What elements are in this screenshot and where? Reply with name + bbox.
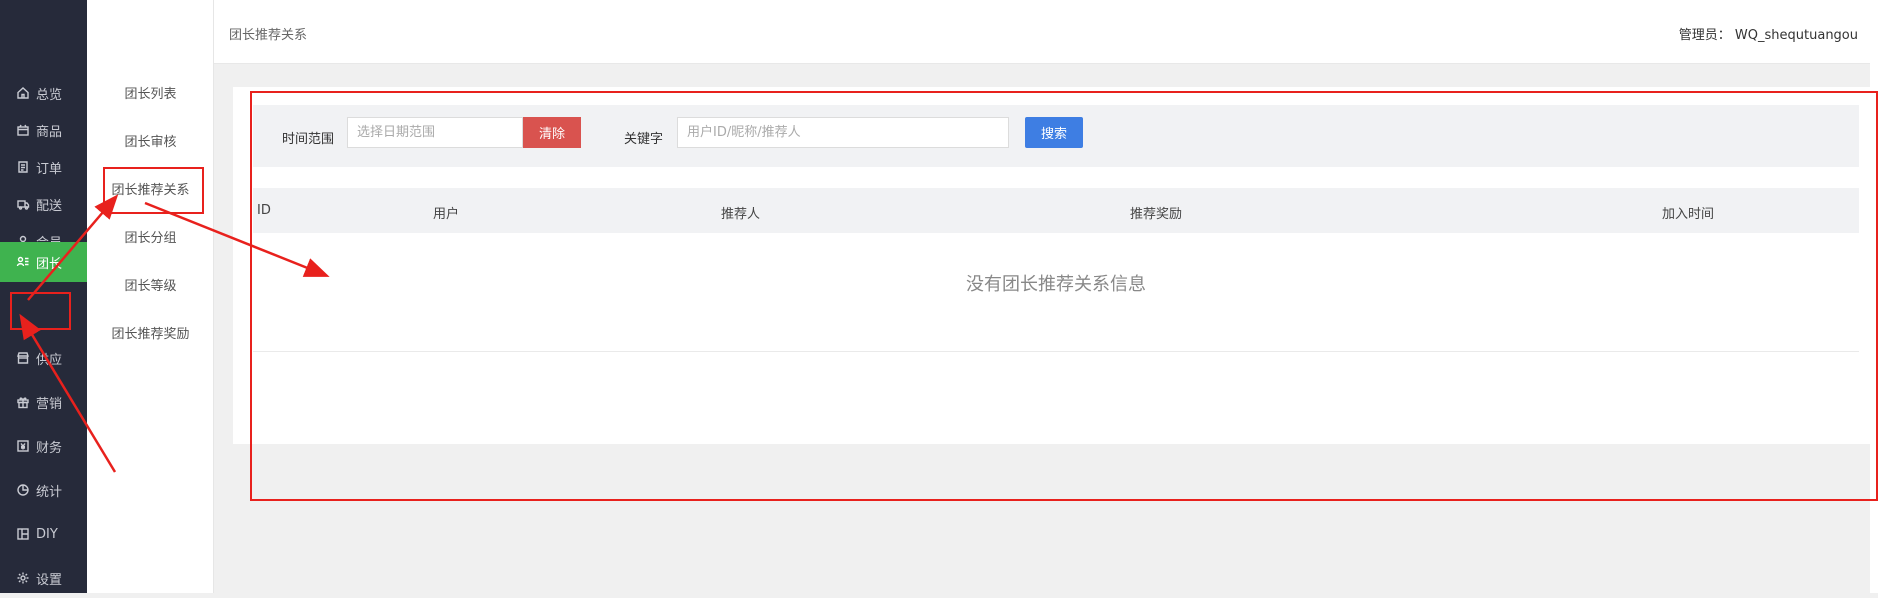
submenu-item-leader-level[interactable]: 团长等级: [87, 269, 214, 305]
delivery-icon: [17, 200, 30, 210]
box-icon: [17, 124, 29, 136]
leader-icon: [16, 256, 29, 267]
sidebar-item-label: 设置: [36, 572, 63, 588]
search-button[interactable]: 搜索: [1025, 117, 1083, 148]
sidebar-item-diy[interactable]: DIY: [0, 514, 87, 554]
sidebar-item-marketing[interactable]: 营销: [0, 382, 87, 422]
filter-bar: 时间范围 清除 关键字 搜索: [253, 105, 1859, 167]
content-panel: 时间范围 清除 关键字 搜索 ID 用户 推荐人 推荐奖励 加入时间 没有团长推…: [233, 87, 1878, 444]
column-header-referral-reward: 推荐奖励: [1130, 207, 1183, 222]
sidebar-item-orders[interactable]: 订单: [0, 147, 87, 187]
sidebar-item-label: 总览: [36, 87, 63, 103]
home-icon: [17, 87, 29, 99]
sidebar-item-settings[interactable]: 设置: [0, 558, 87, 598]
finance-icon: [17, 440, 29, 452]
gear-icon: [17, 572, 29, 584]
submenu-item-leader-review[interactable]: 团长审核: [87, 125, 214, 161]
pie-icon: [17, 484, 29, 496]
sidebar-item-leader[interactable]: 团长: [0, 242, 87, 282]
date-range-input[interactable]: [347, 117, 523, 148]
clear-button[interactable]: 清除: [523, 117, 581, 148]
sidebar-item-label: 商品: [36, 124, 63, 140]
submenu-item-leader-group[interactable]: 团长分组: [87, 221, 214, 257]
submenu-item-leader-referral-reward[interactable]: 团长推荐奖励: [87, 317, 214, 353]
submenu-item-leader-list[interactable]: 团长列表: [87, 77, 214, 113]
sidebar-item-label: 团长: [36, 256, 63, 272]
sidebar-item-delivery[interactable]: 配送: [0, 184, 87, 224]
breadcrumb: 团长推荐关系: [229, 28, 308, 43]
column-header-referrer: 推荐人: [721, 207, 761, 222]
store-icon: [17, 352, 29, 364]
column-header-id: ID: [257, 203, 271, 218]
sidebar-item-supply[interactable]: 供应: [0, 338, 87, 378]
sidebar-item-label: 供应: [36, 352, 63, 368]
column-header-user: 用户: [433, 207, 460, 222]
table-header: ID 用户 推荐人 推荐奖励 加入时间: [253, 188, 1859, 233]
admin-label: 管理员：: [1678, 28, 1731, 43]
sidebar-item-statistics[interactable]: 统计: [0, 470, 87, 510]
sidebar-item-label: 统计: [36, 484, 63, 500]
sidebar-item-label: 订单: [36, 161, 63, 177]
order-icon: [18, 161, 28, 173]
sidebar-item-overview[interactable]: 总览: [0, 73, 87, 113]
admin-name[interactable]: WQ_shequtuangou: [1735, 28, 1858, 43]
sidebar-item-label: 财务: [36, 440, 63, 456]
sidebar-item-label: 营销: [36, 396, 63, 412]
time-range-label: 时间范围: [282, 132, 335, 147]
empty-table-row: 没有团长推荐关系信息: [253, 233, 1859, 352]
leader-submenu: 团长列表 团长审核 团长推荐关系 团长分组 团长等级 团长推荐奖励: [87, 0, 214, 593]
layout-icon: [17, 528, 29, 540]
keyword-label: 关键字: [624, 132, 664, 147]
sidebar-item-label: 配送: [36, 198, 63, 214]
sidebar-item-label: DIY: [36, 526, 58, 542]
gift-icon: [17, 397, 29, 409]
main-sidebar: 总览 商品 订单 配送 会员 团长 供应 营销 财务 统计 DIY 设: [0, 0, 87, 593]
column-header-join-time: 加入时间: [1662, 207, 1715, 222]
sidebar-item-finance[interactable]: 财务: [0, 426, 87, 466]
keyword-search-input[interactable]: [677, 117, 1009, 148]
empty-message: 没有团长推荐关系信息: [966, 274, 1146, 295]
top-header: 团长推荐关系 管理员： WQ_shequtuangou: [214, 0, 1878, 64]
submenu-item-leader-referral[interactable]: 团长推荐关系: [87, 173, 214, 209]
sidebar-item-goods[interactable]: 商品: [0, 110, 87, 150]
scrollbar[interactable]: [1870, 0, 1878, 593]
admin-info: 管理员： WQ_shequtuangou: [1679, 24, 1858, 43]
